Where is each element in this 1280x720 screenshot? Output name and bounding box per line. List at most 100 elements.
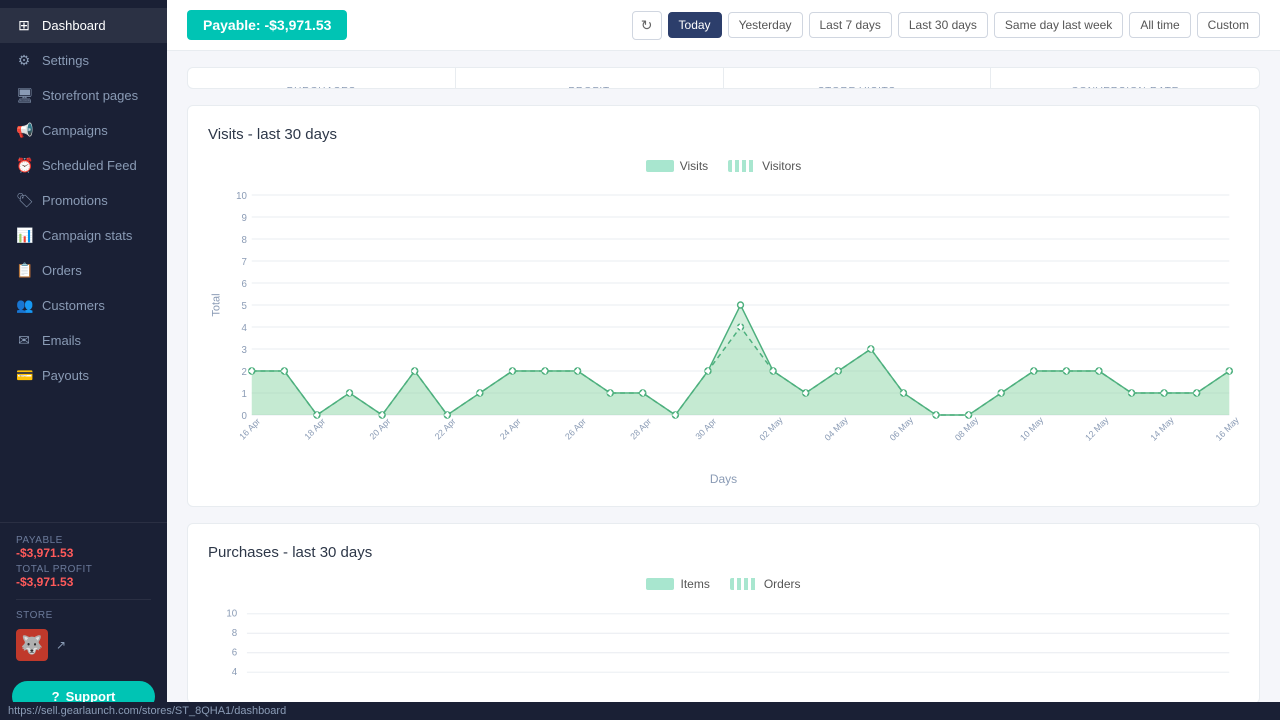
- date-btn-last-7-days[interactable]: Last 7 days: [809, 12, 892, 38]
- svg-text:8: 8: [241, 235, 247, 246]
- visits-chart-legend: Visits Visitors: [208, 159, 1239, 173]
- date-btn-same-day-last-week[interactable]: Same day last week: [994, 12, 1123, 38]
- payable-label: PAYABLE: [16, 535, 151, 546]
- sidebar: ⊞Dashboard⚙Settings🖥Storefront pages📢Cam…: [0, 0, 167, 720]
- sidebar-item-dashboard[interactable]: ⊞ Dashboard: [0, 8, 167, 43]
- sidebar-item-settings[interactable]: ⚙Settings: [0, 43, 167, 78]
- svg-text:16 May: 16 May: [1214, 414, 1239, 442]
- stats-row: PURCHASES 0 unique orders 0 items PROFIT…: [187, 67, 1260, 89]
- stat-label-2: STORE VISITS: [744, 86, 971, 89]
- status-url: https://sell.gearlaunch.com/stores/ST_8Q…: [8, 705, 286, 717]
- visits-x-label: Days: [208, 472, 1239, 486]
- date-btn-custom[interactable]: Custom: [1197, 12, 1260, 38]
- svg-text:24 Apr: 24 Apr: [498, 416, 523, 442]
- sidebar-item-campaigns[interactable]: 📢Campaigns: [0, 113, 167, 148]
- dashboard-icon: ⊞: [16, 17, 32, 34]
- svg-text:3: 3: [241, 345, 247, 356]
- storefront-icon: 🖥: [16, 87, 32, 104]
- sidebar-item-customers[interactable]: 👥 Customers: [0, 288, 167, 323]
- stat-card-3: CONVERSION RATE 0%: [991, 68, 1259, 89]
- svg-text:08 May: 08 May: [953, 414, 981, 442]
- purchases-chart-section: Purchases - last 30 days Items Orders 10…: [187, 523, 1260, 704]
- svg-text:4: 4: [232, 667, 238, 678]
- visits-legend-color: [646, 160, 674, 172]
- svg-text:10 May: 10 May: [1018, 414, 1046, 442]
- visits-legend-label: Visits: [680, 159, 708, 173]
- store-section: STORE 🐺 ↗: [16, 599, 151, 661]
- svg-text:26 Apr: 26 Apr: [563, 416, 588, 442]
- svg-text:7: 7: [241, 257, 246, 268]
- scheduled-feed-icon: ⏰: [16, 157, 32, 174]
- sidebar-item-label-settings: Settings: [42, 53, 89, 68]
- payable-value: -$3,971.53: [16, 546, 151, 560]
- topbar: Payable: -$3,971.53 ↻ TodayYesterdayLast…: [167, 0, 1280, 51]
- visits-chart-svg: 012345678910Total16 Apr18 Apr20 Apr22 Ap…: [208, 185, 1239, 465]
- main-content: Payable: -$3,971.53 ↻ TodayYesterdayLast…: [167, 0, 1280, 720]
- svg-text:0: 0: [241, 411, 247, 422]
- svg-text:5: 5: [241, 301, 247, 312]
- svg-text:9: 9: [241, 213, 247, 224]
- emails-icon: ✉: [16, 332, 32, 349]
- stat-card-2: STORE VISITS 0 total 0 unique: [724, 68, 992, 89]
- sidebar-item-label-scheduled-feed: Scheduled Feed: [42, 158, 137, 173]
- orders-legend-item: Orders: [730, 577, 801, 591]
- svg-text:04 May: 04 May: [823, 414, 851, 442]
- svg-text:20 Apr: 20 Apr: [368, 416, 393, 442]
- purchases-chart-title: Purchases - last 30 days: [208, 544, 1239, 561]
- refresh-button[interactable]: ↻: [632, 11, 662, 40]
- sidebar-item-label-dashboard: Dashboard: [42, 18, 106, 33]
- svg-text:2: 2: [241, 367, 246, 378]
- sidebar-footer: PAYABLE -$3,971.53 TOTAL PROFIT -$3,971.…: [0, 522, 167, 673]
- sidebar-item-label-emails: Emails: [42, 333, 81, 348]
- svg-text:4: 4: [241, 323, 247, 334]
- store-link-icon[interactable]: ↗: [56, 638, 66, 652]
- sidebar-item-label-storefront: Storefront pages: [42, 88, 138, 103]
- sidebar-item-label-campaign-stats: Campaign stats: [42, 228, 132, 243]
- sidebar-item-payouts[interactable]: 💳 Payouts: [0, 358, 167, 393]
- svg-text:6: 6: [232, 648, 237, 659]
- svg-text:8: 8: [232, 628, 237, 639]
- svg-text:30 Apr: 30 Apr: [693, 416, 718, 442]
- campaigns-icon: 📢: [16, 122, 32, 139]
- customers-icon: 👥: [16, 297, 32, 314]
- svg-text:10: 10: [226, 609, 237, 620]
- orders-icon: 📋: [16, 262, 32, 279]
- svg-text:Total: Total: [211, 293, 223, 316]
- stat-label-3: CONVERSION RATE: [1011, 86, 1239, 89]
- visits-chart-container: 012345678910Total16 Apr18 Apr20 Apr22 Ap…: [208, 185, 1239, 468]
- stat-card-0: PURCHASES 0 unique orders 0 items: [188, 68, 456, 89]
- store-avatar: 🐺: [16, 629, 48, 661]
- svg-text:12 May: 12 May: [1083, 414, 1111, 442]
- sidebar-item-label-customers: Customers: [42, 298, 105, 313]
- status-bar: https://sell.gearlaunch.com/stores/ST_8Q…: [0, 702, 1280, 720]
- orders-legend-color: [730, 578, 758, 590]
- date-btn-today[interactable]: Today: [668, 12, 722, 38]
- date-btn-all-time[interactable]: All time: [1129, 12, 1190, 38]
- sidebar-item-storefront[interactable]: 🖥 Storefront pages: [0, 78, 167, 113]
- sidebar-item-label-orders: Orders: [42, 263, 82, 278]
- purchases-chart-legend: Items Orders: [208, 577, 1239, 591]
- sidebar-item-promotions[interactable]: 🏷Promotions: [0, 183, 167, 218]
- svg-text:10: 10: [236, 191, 247, 202]
- purchases-chart-placeholder: 10 8 6 4: [208, 603, 1239, 683]
- svg-text:18 Apr: 18 Apr: [302, 416, 327, 442]
- sidebar-item-campaign-stats[interactable]: 📊Campaign stats: [0, 218, 167, 253]
- visits-chart-section: Visits - last 30 days Visits Visitors 0 1…: [187, 105, 1260, 507]
- visits-chart-title: Visits - last 30 days: [208, 126, 1239, 143]
- date-btn-yesterday[interactable]: Yesterday: [728, 12, 803, 38]
- sidebar-item-label-payouts: Payouts: [42, 368, 89, 383]
- svg-text:14 May: 14 May: [1148, 414, 1176, 442]
- sidebar-item-orders[interactable]: 📋 Orders: [0, 253, 167, 288]
- stat-label-0: PURCHASES: [208, 86, 435, 89]
- sidebar-item-emails[interactable]: ✉ Emails: [0, 323, 167, 358]
- svg-text:1: 1: [241, 389, 246, 400]
- sidebar-item-scheduled-feed[interactable]: ⏰ Scheduled Feed: [0, 148, 167, 183]
- payable-badge: Payable: -$3,971.53: [187, 10, 347, 40]
- svg-text:02 May: 02 May: [757, 414, 785, 442]
- promotions-icon: 🏷: [16, 192, 32, 209]
- sidebar-nav: ⊞Dashboard⚙Settings🖥Storefront pages📢Cam…: [0, 0, 167, 522]
- date-btn-last-30-days[interactable]: Last 30 days: [898, 12, 988, 38]
- svg-text:06 May: 06 May: [888, 414, 916, 442]
- payouts-icon: 💳: [16, 367, 32, 384]
- svg-text:6: 6: [241, 279, 247, 290]
